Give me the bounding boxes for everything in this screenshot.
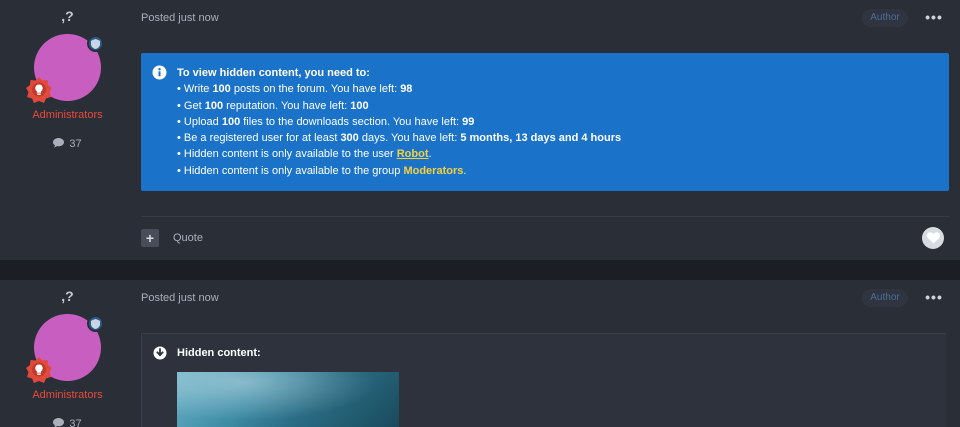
info-icon <box>152 65 167 80</box>
multiquote-button[interactable]: + <box>141 229 159 247</box>
more-options-icon[interactable]: ••• <box>922 290 946 304</box>
post-1: ,? Administrators 37 Posted just now Aut… <box>0 0 960 260</box>
like-button[interactable] <box>922 227 944 249</box>
rank-badge-icon <box>26 357 52 383</box>
post-count: 37 <box>0 138 135 150</box>
shield-icon <box>87 315 104 332</box>
more-options-icon[interactable]: ••• <box>922 10 946 24</box>
author-tag: Author <box>862 9 908 27</box>
group-link[interactable]: Moderators <box>403 165 463 177</box>
author-column: ,? Administrators 37 <box>0 280 135 427</box>
quote-button[interactable]: Quote <box>173 232 203 244</box>
comment-icon <box>53 418 65 427</box>
shield-icon <box>87 35 104 52</box>
user-link[interactable]: Robot <box>397 148 429 160</box>
post-date[interactable]: Posted just now <box>141 12 219 24</box>
requirement-line: • Get 100 reputation. You have left: 100 <box>177 99 369 112</box>
post-date[interactable]: Posted just now <box>141 292 219 304</box>
download-icon <box>153 346 167 360</box>
heart-icon <box>926 232 940 244</box>
requirement-line: • Be a registered user for at least 300 … <box>177 132 622 145</box>
hidden-content-requirements: To view hidden content, you need to: • W… <box>141 53 949 191</box>
group-name: Administrators <box>32 109 103 121</box>
hidden-content-title: Hidden content: <box>177 347 261 359</box>
post-count-value: 37 <box>69 418 82 427</box>
requirement-user-line: • Hidden content is only available to th… <box>177 148 432 161</box>
group-name: Administrators <box>32 389 103 401</box>
author-column: ,? Administrators 37 <box>0 0 135 260</box>
author-tag: Author <box>862 289 908 307</box>
post-count: 37 <box>0 418 135 427</box>
requirement-line: • Upload 100 files to the downloads sect… <box>177 115 475 128</box>
post-count-value: 37 <box>69 138 82 150</box>
username[interactable]: ,? <box>0 288 135 304</box>
requirement-line: • Write 100 posts on the forum. You have… <box>177 83 413 96</box>
divider <box>141 216 949 217</box>
hidden-content-image[interactable] <box>177 372 399 427</box>
requirements-title: To view hidden content, you need to: <box>177 67 370 79</box>
comment-icon <box>53 138 65 148</box>
requirement-group-line: • Hidden content is only available to th… <box>177 164 467 177</box>
rank-badge-icon <box>26 77 52 103</box>
username[interactable]: ,? <box>0 8 135 24</box>
